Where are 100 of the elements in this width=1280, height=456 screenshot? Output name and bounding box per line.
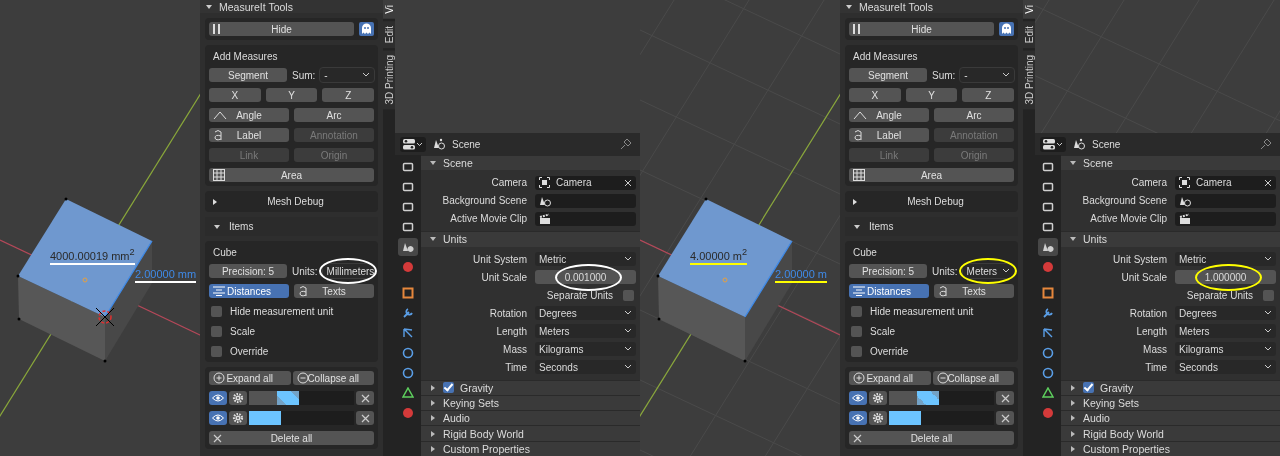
units-dropdown[interactable]: Meters xyxy=(962,264,1014,278)
label-button[interactable]: Label xyxy=(849,128,929,142)
object-field[interactable] xyxy=(535,211,636,226)
angle-button[interactable]: Angle xyxy=(849,108,929,122)
dropdown[interactable]: Degrees xyxy=(1175,306,1276,321)
expand-all-button[interactable]: Expand all xyxy=(849,371,931,385)
axis-button[interactable]: Z xyxy=(962,88,1014,102)
sidebar-tab[interactable]: 3D Printing xyxy=(1023,49,1035,110)
eye-icon[interactable] xyxy=(849,391,867,405)
gear-icon[interactable] xyxy=(869,391,887,405)
color-field[interactable] xyxy=(889,411,994,425)
segment-button[interactable]: Segment xyxy=(209,68,287,82)
scene-icon[interactable] xyxy=(398,238,418,256)
checkbox[interactable] xyxy=(211,345,222,357)
ghost-icon[interactable] xyxy=(999,22,1014,36)
sum-dropdown[interactable]: - xyxy=(320,68,374,82)
checkbox[interactable] xyxy=(1263,289,1274,301)
checkbox[interactable] xyxy=(851,305,862,317)
color-field[interactable] xyxy=(249,391,354,405)
dropdown[interactable]: Seconds xyxy=(1175,360,1276,375)
sidebar-tab[interactable]: Edit xyxy=(1023,20,1035,48)
mesh-debug-panel[interactable]: Mesh Debug xyxy=(845,191,1018,212)
checkbox[interactable] xyxy=(851,345,862,357)
editor-type-dropdown[interactable] xyxy=(400,136,426,152)
checkbox[interactable] xyxy=(211,325,222,337)
mode-tab[interactable]: Texts xyxy=(934,284,1014,298)
scene-icon[interactable] xyxy=(1038,238,1058,256)
arc-button[interactable]: Arc xyxy=(294,108,374,122)
object-field[interactable] xyxy=(535,193,636,208)
mode-tab[interactable]: Distances xyxy=(849,284,929,298)
close-icon[interactable] xyxy=(356,391,374,405)
section-header[interactable]: Scene xyxy=(421,155,640,171)
dropdown[interactable]: Meters xyxy=(535,324,636,339)
precision-field[interactable]: Precision: 5 xyxy=(209,264,287,278)
segment-button[interactable]: Segment xyxy=(849,68,927,82)
units-dropdown[interactable]: Millimeters xyxy=(322,264,374,278)
section-header[interactable]: Gravity xyxy=(1061,379,1280,395)
hide-button[interactable]: Hide xyxy=(849,22,994,36)
axis-button[interactable]: Y xyxy=(905,88,958,102)
gear-icon[interactable] xyxy=(869,411,887,425)
sidebar-tab[interactable]: Vi xyxy=(1023,0,1035,19)
collapse-all-button[interactable]: Collapse all xyxy=(292,371,374,385)
pin-icon[interactable] xyxy=(1260,138,1272,150)
dropdown[interactable]: Metric xyxy=(1175,252,1276,267)
object-field[interactable]: Camera xyxy=(1175,175,1276,190)
checkbox[interactable] xyxy=(1083,382,1094,394)
dropdown[interactable]: Seconds xyxy=(535,360,636,375)
eye-icon[interactable] xyxy=(209,391,227,405)
expand-all-button[interactable]: Expand all xyxy=(209,371,291,385)
sidebar-tab[interactable]: 3D Printing xyxy=(383,49,395,110)
arc-button[interactable]: Arc xyxy=(934,108,1014,122)
section-header[interactable]: Scene xyxy=(1061,155,1280,171)
area-button[interactable]: Area xyxy=(849,168,1014,182)
axis-button[interactable]: X xyxy=(849,88,901,102)
delete-all-button[interactable]: Delete all xyxy=(209,431,374,445)
section-header[interactable]: Audio xyxy=(421,410,640,426)
gear-icon[interactable] xyxy=(229,391,247,405)
ghost-icon[interactable] xyxy=(359,22,374,36)
mode-tab[interactable]: Distances xyxy=(209,284,289,298)
precision-field[interactable]: Precision: 5 xyxy=(849,264,927,278)
section-header[interactable]: Rigid Body World xyxy=(421,425,640,441)
editor-type-dropdown[interactable] xyxy=(1040,136,1066,152)
section-header[interactable]: Units xyxy=(421,231,640,247)
close-icon[interactable] xyxy=(996,391,1014,405)
section-header[interactable]: Units xyxy=(1061,231,1280,247)
close-icon[interactable] xyxy=(1264,178,1272,187)
area-button[interactable]: Area xyxy=(209,168,374,182)
close-icon[interactable] xyxy=(356,411,374,425)
gear-icon[interactable] xyxy=(229,411,247,425)
color-field[interactable] xyxy=(249,411,354,425)
checkbox[interactable] xyxy=(851,325,862,337)
collapse-all-button[interactable]: Collapse all xyxy=(932,371,1014,385)
close-icon[interactable] xyxy=(996,411,1014,425)
object-field[interactable] xyxy=(1175,193,1276,208)
sum-dropdown[interactable]: - xyxy=(960,68,1014,82)
axis-button[interactable]: X xyxy=(209,88,261,102)
caret-icon[interactable] xyxy=(205,2,213,11)
axis-button[interactable]: Y xyxy=(265,88,318,102)
eye-icon[interactable] xyxy=(849,411,867,425)
close-icon[interactable] xyxy=(624,178,632,187)
dropdown[interactable]: Meters xyxy=(1175,324,1276,339)
checkbox[interactable] xyxy=(443,382,454,394)
dropdown[interactable]: Kilograms xyxy=(535,342,636,357)
section-header[interactable]: Rigid Body World xyxy=(1061,425,1280,441)
delete-all-button[interactable]: Delete all xyxy=(849,431,1014,445)
sidebar-tab[interactable]: Edit xyxy=(383,20,395,48)
checkbox[interactable] xyxy=(623,289,634,301)
pin-icon[interactable] xyxy=(620,138,632,150)
mode-tab[interactable]: Texts xyxy=(294,284,374,298)
number-field[interactable]: 1.000000 xyxy=(1175,270,1276,285)
caret-icon[interactable] xyxy=(845,2,853,11)
object-field[interactable] xyxy=(1175,211,1276,226)
section-header[interactable]: Gravity xyxy=(421,379,640,395)
checkbox[interactable] xyxy=(211,305,222,317)
color-field[interactable] xyxy=(889,391,994,405)
sidebar-tab[interactable]: Vi xyxy=(383,0,395,19)
label-button[interactable]: Label xyxy=(209,128,289,142)
dropdown[interactable]: Metric xyxy=(535,252,636,267)
dropdown[interactable]: Kilograms xyxy=(1175,342,1276,357)
angle-button[interactable]: Angle xyxy=(209,108,289,122)
